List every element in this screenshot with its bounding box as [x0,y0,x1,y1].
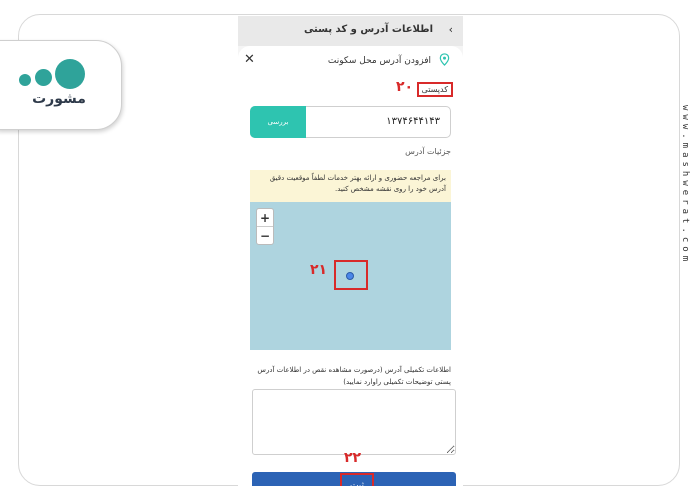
sheet-title: افزودن آدرس محل سکونت [327,56,431,66]
logo-dot-small [19,74,31,86]
brand-logo: مشورت [0,40,122,130]
address-details-label: جزئیات آدرس [405,147,451,156]
map-notice: برای مراجعه حضوری و ارائه بهتر خدمات لطف… [250,170,451,202]
back-chevron-icon[interactable]: ‹ [449,23,453,36]
location-marker-icon[interactable] [346,272,354,280]
check-postal-button[interactable]: بررسی [250,106,306,138]
logo-dot-large [55,59,85,89]
submit-button[interactable]: ثبت [252,472,456,486]
screenshot-stage: مشورت www.mashwerat.com اطلاعات آدرس و ک… [0,0,700,500]
postal-code-label: کدپستی [416,82,453,97]
logo-dot-medium [35,69,52,86]
map-marker-highlight [334,260,368,290]
postal-code-value: ۱۳۷۴۶۴۴۱۴۳ [386,116,440,127]
watermark-url: www.mashwerat.com [680,105,690,266]
zoom-in-button[interactable]: + [257,209,273,227]
logo-text: مشورت [32,91,86,107]
step-marker-map: ۲۱ [310,262,328,278]
zoom-control: + − [256,208,274,245]
phone-screen: اطلاعات آدرس و کد پستی ‹ ✕ افزودن آدرس م… [238,16,463,486]
address-sheet: ✕ افزودن آدرس محل سکونت کدپستی ۲۰ بررسی … [238,46,463,486]
step-marker-submit: ۲۲ [344,450,362,466]
page-title: اطلاعات آدرس و کد پستی [303,24,433,35]
extra-info-label: اطلاعات تکمیلی آدرس (درصورت مشاهده نقص د… [257,366,451,386]
postal-code-input[interactable]: بررسی ۱۳۷۴۶۴۴۱۴۳ [250,106,451,138]
extra-info-textarea[interactable] [252,389,456,455]
close-icon[interactable]: ✕ [244,52,255,67]
submit-label: ثبت [340,473,374,486]
location-map[interactable]: + − ۲۱ [250,202,451,350]
location-pin-icon [439,53,450,66]
top-bar: اطلاعات آدرس و کد پستی ‹ [238,16,463,46]
zoom-out-button[interactable]: − [257,227,273,245]
step-marker-postal: ۲۰ [396,79,414,95]
